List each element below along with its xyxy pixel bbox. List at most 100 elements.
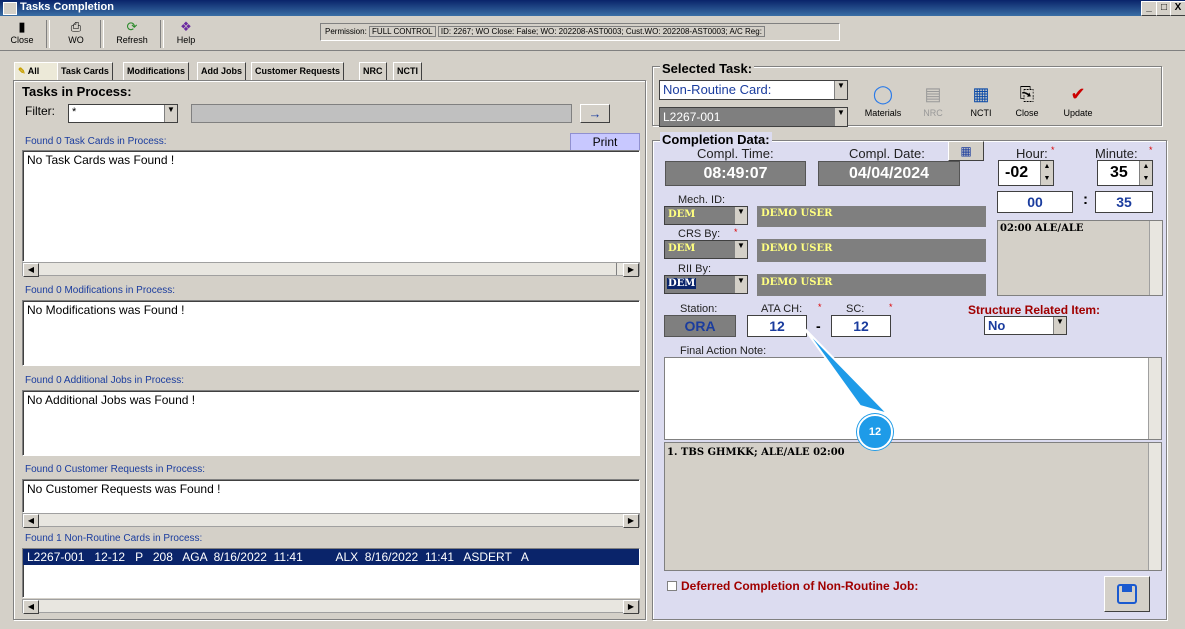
chevron-down-icon[interactable]: ▼ bbox=[834, 81, 847, 99]
print-button[interactable]: Print bbox=[570, 133, 640, 151]
final-action-note-input[interactable] bbox=[664, 357, 1162, 440]
spin-updown-icon[interactable]: ▲ ▼ bbox=[1139, 161, 1152, 185]
rii-name-field: DEMO USER bbox=[757, 274, 986, 296]
minimize-button[interactable]: _ bbox=[1141, 1, 1157, 16]
wo-button[interactable]: ⎙ WO bbox=[60, 19, 92, 49]
time-colon: : bbox=[1083, 191, 1088, 208]
minute-spinner[interactable]: 35 ▲ ▼ bbox=[1097, 160, 1153, 186]
modifications-count-label: Found 0 Modifications in Process: bbox=[25, 285, 176, 296]
nrc-hscroll[interactable]: ◀ ▶ bbox=[22, 599, 640, 614]
tab-add-jobs[interactable]: Add Jobs bbox=[197, 62, 247, 82]
nrc-count-label: Found 1 Non-Routine Cards in Process: bbox=[25, 533, 203, 544]
ncti-button[interactable]: ▦ NCTI bbox=[964, 80, 998, 122]
task-cards-hscroll[interactable]: ◀ ▶ bbox=[22, 262, 640, 277]
note-icon: ✎ bbox=[18, 66, 26, 76]
filter-field[interactable] bbox=[191, 104, 572, 123]
nrc-list[interactable]: L2267-001 12-12 P 208 AGA 8/16/2022 11:4… bbox=[22, 548, 640, 598]
structure-related-combo[interactable]: No ▼ bbox=[984, 316, 1067, 335]
clipboard-icon: ⎘ bbox=[1019, 84, 1035, 104]
chevron-down-icon[interactable]: ▼ bbox=[734, 241, 747, 258]
mech-id-label: Mech. ID: bbox=[678, 194, 726, 206]
time-entries-list[interactable]: 02:00 ALE/ALE bbox=[997, 220, 1163, 296]
task-type-combo[interactable]: Non-Routine Card: ▼ bbox=[659, 80, 848, 100]
filter-label: Filter: bbox=[25, 104, 55, 118]
close-button[interactable]: ▮ Close bbox=[6, 19, 38, 49]
close-window-button[interactable]: X bbox=[1170, 1, 1185, 16]
tab-nrc[interactable]: NRC bbox=[359, 62, 387, 82]
help-button[interactable]: ❖ Help bbox=[170, 19, 202, 49]
scroll-right-icon[interactable]: ▶ bbox=[623, 263, 639, 277]
modifications-empty-text: No Modifications was Found ! bbox=[27, 303, 185, 317]
vscroll[interactable] bbox=[1148, 358, 1161, 439]
chevron-down-icon[interactable]: ▼ bbox=[834, 108, 847, 126]
scroll-left-icon[interactable]: ◀ bbox=[23, 600, 39, 614]
deferred-checkbox[interactable] bbox=[667, 581, 677, 591]
rii-by-combo[interactable]: DEM ▼ bbox=[664, 275, 748, 294]
arrow-right-icon: → bbox=[588, 106, 602, 121]
crs-by-combo[interactable]: DEM ▼ bbox=[664, 240, 748, 259]
tab-modifications[interactable]: Modifications bbox=[123, 62, 189, 82]
floppy-disk-icon bbox=[1117, 584, 1137, 604]
chevron-down-icon[interactable]: ▼ bbox=[734, 276, 747, 293]
app-icon bbox=[3, 2, 17, 15]
toolbar-separator bbox=[160, 20, 164, 48]
tab-task-cards[interactable]: Task Cards bbox=[57, 62, 113, 82]
chevron-down-icon[interactable]: ▼ bbox=[164, 105, 177, 122]
document-icon: ▤ bbox=[924, 84, 942, 104]
scroll-right-icon[interactable]: ▶ bbox=[623, 514, 639, 528]
chevron-down-icon[interactable]: ▼ bbox=[734, 207, 747, 224]
printer-icon: ⎙ bbox=[70, 19, 82, 34]
scroll-right-icon[interactable]: ▶ bbox=[623, 600, 639, 614]
customer-requests-hscroll[interactable]: ◀ ▶ bbox=[22, 513, 640, 528]
additional-jobs-list[interactable]: No Additional Jobs was Found ! bbox=[22, 390, 640, 456]
materials-button[interactable]: ◯ Materials bbox=[858, 80, 908, 122]
close-task-button[interactable]: ⎘ Close bbox=[1010, 80, 1044, 122]
customer-requests-empty-text: No Customer Requests was Found ! bbox=[27, 482, 221, 496]
task-number-combo[interactable]: L2267-001 ▼ bbox=[659, 107, 848, 127]
final-action-note-label: Final Action Note: bbox=[680, 345, 767, 357]
calendar-button[interactable]: ▦ bbox=[948, 141, 984, 161]
crs-by-label: CRS By: bbox=[678, 228, 721, 240]
nrc-button[interactable]: ▤ NRC bbox=[916, 80, 950, 122]
spin-updown-icon[interactable]: ▲ ▼ bbox=[1040, 161, 1053, 185]
time-entry-item[interactable]: 02:00 ALE/ALE bbox=[1000, 223, 1083, 234]
action-history-list[interactable]: 1. TBS GHMKK; ALE/ALE 02:00 bbox=[664, 442, 1162, 571]
tab-ncti[interactable]: NCTI bbox=[393, 62, 422, 82]
checklist-icon: ✔ bbox=[1070, 84, 1086, 104]
deferred-label: Deferred Completion of Non-Routine Job: bbox=[681, 579, 919, 593]
selected-task-actions: ◯ Materials ▤ NRC ▦ NCTI ⎘ Close ✔ Updat… bbox=[854, 80, 1108, 124]
hour-spinner[interactable]: -02 ▲ ▼ bbox=[998, 160, 1054, 186]
compl-date-field[interactable]: 04/04/2024 bbox=[818, 161, 960, 186]
window-title: Tasks Completion bbox=[20, 1, 114, 13]
refresh-button[interactable]: ⟳ Refresh bbox=[112, 19, 152, 49]
history-item[interactable]: 1. TBS GHMKK; ALE/ALE 02:00 bbox=[667, 447, 845, 458]
save-button[interactable] bbox=[1104, 576, 1150, 612]
nrc-row-selected[interactable]: L2267-001 12-12 P 208 AGA 8/16/2022 11:4… bbox=[23, 549, 639, 565]
scroll-left-icon[interactable]: ◀ bbox=[23, 514, 39, 528]
customer-requests-count-label: Found 0 Customer Requests in Process: bbox=[25, 464, 206, 475]
filter-go-button[interactable]: → bbox=[580, 104, 610, 123]
compl-time-label: Compl. Time: bbox=[697, 146, 774, 161]
vscroll[interactable] bbox=[1148, 443, 1161, 570]
title-bar: Tasks Completion _ □ X bbox=[0, 0, 1185, 16]
permission-bar: Permission: FULL CONTROL ID: 2267; WO Cl… bbox=[320, 23, 840, 41]
customer-requests-list[interactable]: No Customer Requests was Found ! bbox=[22, 479, 640, 513]
completion-data-title: Completion Data: bbox=[660, 132, 772, 147]
help-icon: ❖ bbox=[180, 19, 192, 34]
door-icon: ▮ bbox=[18, 19, 26, 34]
scroll-track[interactable] bbox=[37, 263, 617, 275]
task-cards-list[interactable]: No Task Cards was Found ! bbox=[22, 150, 640, 262]
mech-id-combo[interactable]: DEM ▼ bbox=[664, 206, 748, 225]
compl-time-field[interactable]: 08:49:07 bbox=[665, 161, 806, 186]
vscroll[interactable] bbox=[1149, 221, 1162, 295]
total-minutes-field: 35 bbox=[1095, 191, 1153, 213]
minute-required-star: * bbox=[1149, 145, 1153, 155]
compl-date-label: Compl. Date: bbox=[849, 146, 925, 161]
chevron-down-icon[interactable]: ▼ bbox=[1053, 317, 1066, 334]
update-button[interactable]: ✔ Update bbox=[1058, 80, 1098, 122]
tab-customer-requests[interactable]: Customer Requests bbox=[251, 62, 345, 82]
modifications-list[interactable]: No Modifications was Found ! bbox=[22, 300, 640, 366]
filter-combo[interactable]: * ▼ bbox=[68, 104, 178, 123]
sc-required-star: * bbox=[889, 302, 893, 312]
total-hours-field: 00 bbox=[997, 191, 1073, 213]
